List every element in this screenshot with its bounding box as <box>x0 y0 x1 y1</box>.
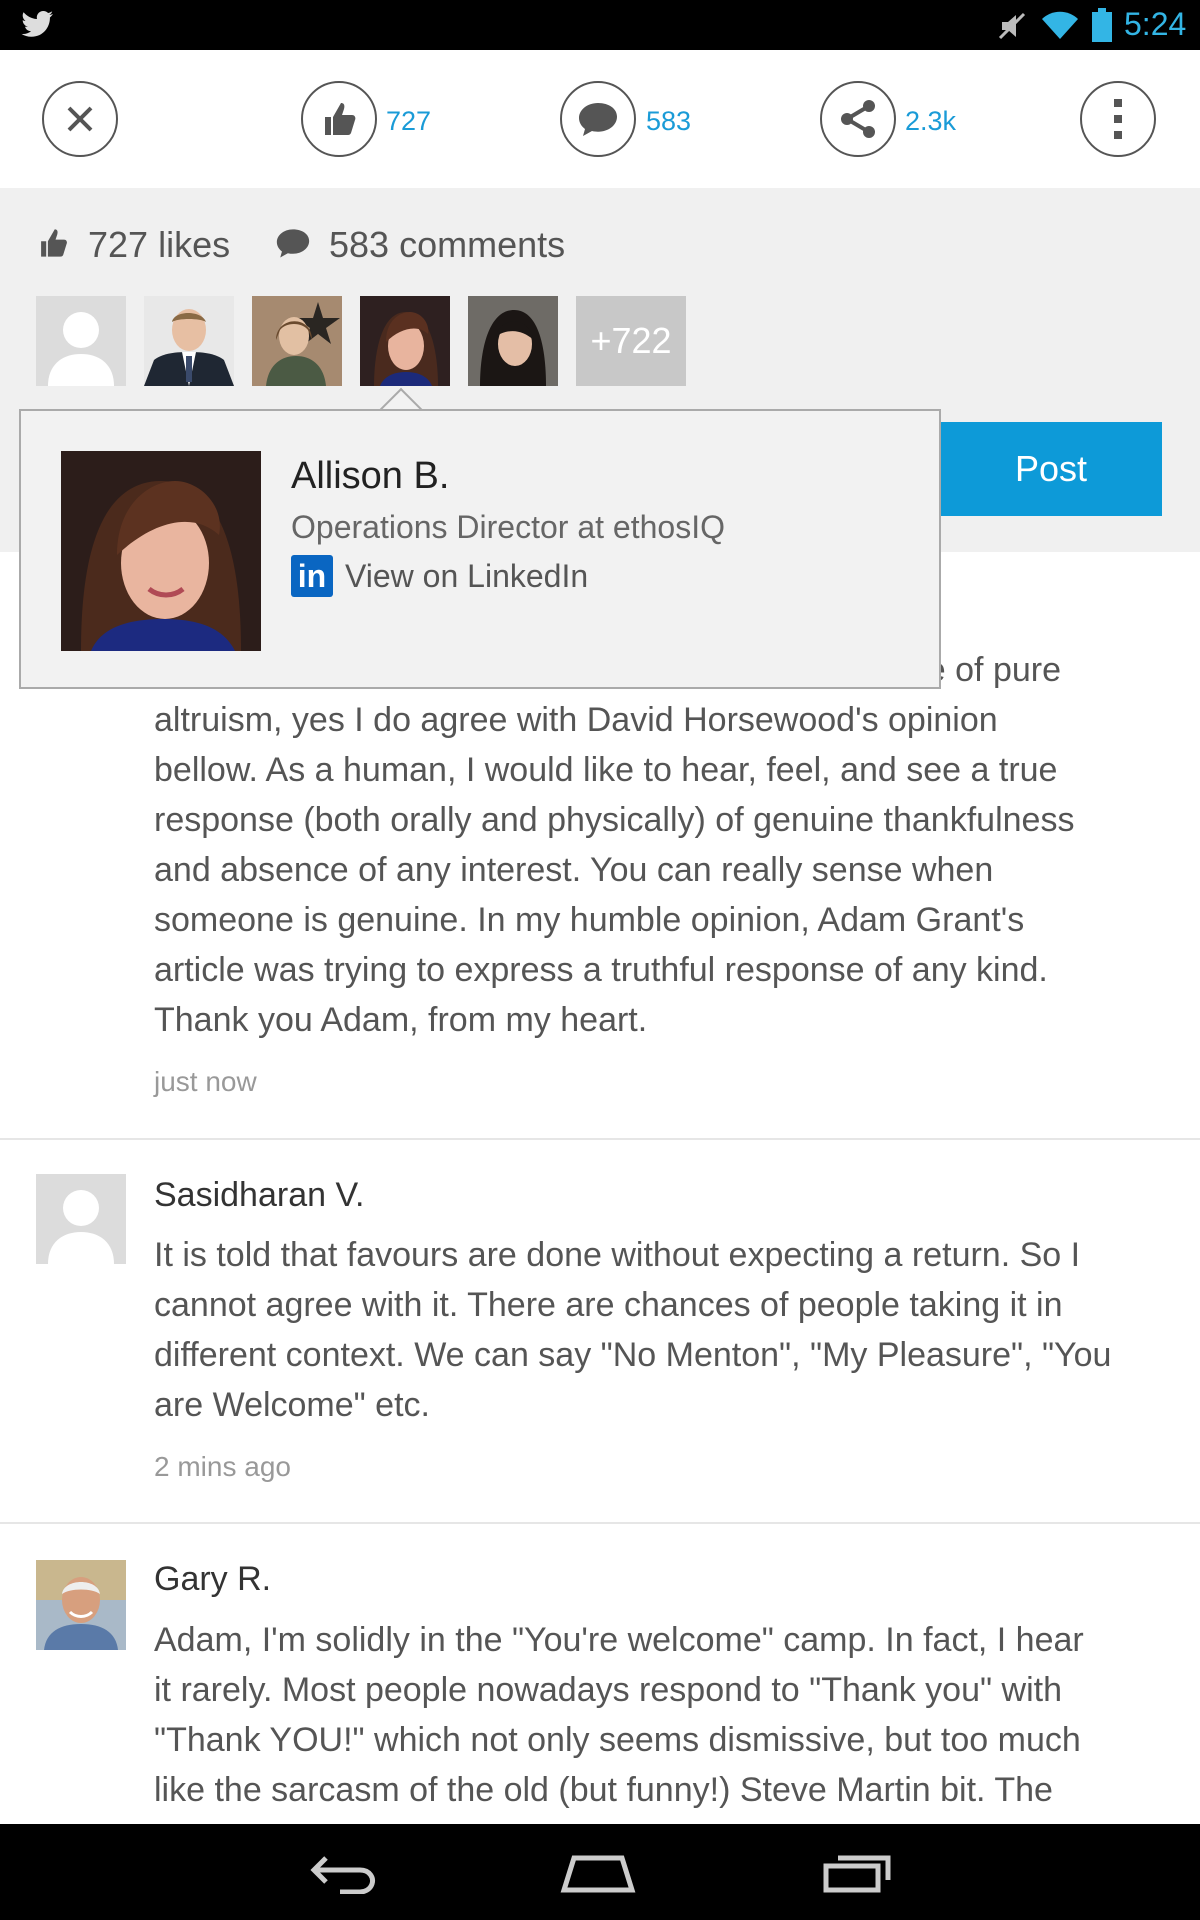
mute-icon <box>998 12 1026 40</box>
comment-line: someone is genuine. In my humble opinion… <box>154 901 1025 939</box>
comment-bubble-icon <box>276 229 310 258</box>
view-on-linkedin-label: View on LinkedIn <box>345 557 589 594</box>
like-count[interactable]: 727 <box>386 106 431 137</box>
system-navigation-bar <box>0 1824 1200 1920</box>
clock: 5:24 <box>1124 6 1187 42</box>
likes-summary[interactable]: 727 likes <box>88 224 230 266</box>
linkedin-icon: in <box>291 555 333 597</box>
profile-name[interactable]: Allison B. <box>291 455 449 498</box>
share-button[interactable] <box>820 81 896 157</box>
avatar-man-suit[interactable] <box>144 296 234 386</box>
divider <box>0 1522 1200 1524</box>
profile-photo[interactable] <box>61 451 261 651</box>
avatar-default[interactable] <box>36 1174 126 1264</box>
comments-summary[interactable]: 583 comments <box>329 224 565 266</box>
thumbs-up-icon <box>41 229 67 257</box>
profile-headline: Operations Director at ethosIQ <box>291 509 725 545</box>
comment-body: altruism, yes I do agree with David Hors… <box>154 695 1174 1045</box>
share-count[interactable]: 2.3k <box>905 106 956 137</box>
avatar-woman-dark-hair[interactable] <box>468 296 558 386</box>
comment-line: It is told that favours are done without… <box>154 1236 1081 1274</box>
share-icon <box>841 100 875 138</box>
like-button[interactable] <box>301 81 377 157</box>
comment-line: Adam, I'm solidly in the "You're welcome… <box>154 1621 1084 1659</box>
comment-line: article was trying to express a truthful… <box>154 951 1048 989</box>
comment-author[interactable]: Gary R. <box>154 1560 271 1599</box>
avatar-allison[interactable] <box>360 296 450 386</box>
comment-body: It is told that favours are done without… <box>154 1230 1174 1430</box>
comment-body: Adam, I'm solidly in the "You're welcome… <box>154 1615 1174 1815</box>
profile-popover: Allison B. Operations Director at ethosI… <box>19 409 941 689</box>
comment-line: it rarely. Most people nowadays respond … <box>154 1671 1062 1709</box>
more-vertical-icon <box>1114 99 1122 139</box>
thumbs-up-icon <box>325 103 356 135</box>
post-button[interactable]: Post <box>940 422 1162 516</box>
twitter-icon <box>21 11 53 37</box>
comment-timestamp: just now <box>154 1066 257 1097</box>
comment-line: response (both orally and physically) of… <box>154 801 1075 839</box>
comment-line: are Welcome" etc. <box>154 1386 430 1424</box>
view-on-linkedin-link[interactable]: in View on LinkedIn <box>291 555 588 597</box>
overflow-menu-button[interactable] <box>1080 81 1156 157</box>
divider <box>0 1138 1200 1140</box>
comment-button[interactable] <box>560 81 636 157</box>
comment-line: Thank you Adam, from my heart. <box>154 1001 648 1039</box>
comment-line: cannot agree with it. There are chances … <box>154 1286 1063 1324</box>
article-toolbar: 727 583 2.3k <box>0 50 1200 188</box>
comment-line: and absence of any interest. You can rea… <box>154 851 994 889</box>
wifi-icon <box>1042 11 1078 39</box>
comment-author[interactable]: Sasidharan V. <box>154 1176 364 1215</box>
close-icon <box>67 106 93 132</box>
comment-line: like the sarcasm of the old (but funny!)… <box>154 1771 1053 1809</box>
avatar-gary[interactable] <box>36 1560 126 1650</box>
close-button[interactable] <box>42 81 118 157</box>
home-icon[interactable] <box>560 1850 636 1894</box>
comment-line: "Thank YOU!" which not only seems dismis… <box>154 1721 1081 1759</box>
battery-icon <box>1092 8 1112 42</box>
comment-line: bellow. As a human, I would like to hear… <box>154 751 1058 789</box>
comment-count[interactable]: 583 <box>646 106 691 137</box>
recent-apps-icon[interactable] <box>822 1850 892 1894</box>
status-bar: 5:24 <box>0 0 1200 50</box>
more-likers-button[interactable]: +722 <box>576 296 686 386</box>
avatar-woman-star[interactable] <box>252 296 342 386</box>
comment-bubble-icon <box>579 103 617 136</box>
comment-line: altruism, yes I do agree with David Hors… <box>154 701 998 739</box>
comment-timestamp: 2 mins ago <box>154 1451 291 1482</box>
avatar-default[interactable] <box>36 296 126 386</box>
comment-line: different context. We can say "No Menton… <box>154 1336 1112 1374</box>
back-icon[interactable] <box>310 1850 380 1894</box>
